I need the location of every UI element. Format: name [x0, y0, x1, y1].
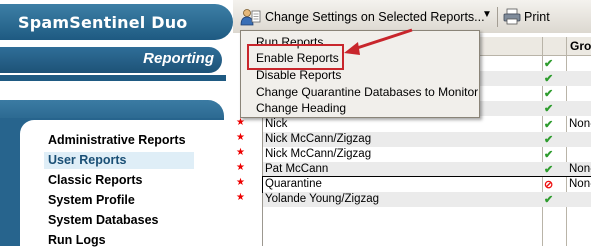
check-icon: ✔	[544, 103, 554, 115]
star-icon: ★	[236, 192, 245, 203]
row-group: Non-	[569, 163, 591, 175]
row-name: Nick	[265, 118, 288, 130]
row-name: Nick McCann/Zigzag	[265, 133, 372, 145]
check-icon: ✔	[544, 58, 554, 70]
menu-item-change-heading[interactable]: Change Heading	[256, 101, 346, 115]
star-icon: ★	[236, 132, 245, 143]
printer-icon	[503, 8, 521, 25]
nav-item-classic-reports[interactable]: Classic Reports	[48, 173, 142, 187]
check-icon: ✔	[544, 73, 554, 85]
brand-title: SpamSentinel Duo	[18, 13, 188, 32]
blocked-icon: ⊘	[544, 179, 554, 191]
table-row[interactable]: Pat McCann ✔ Non-	[263, 162, 591, 177]
star-icon: ★	[236, 177, 245, 188]
row-name: Yolande Young/Zigzag	[265, 193, 380, 205]
table-row[interactable]: Nick ✔ Non-	[263, 117, 591, 132]
change-settings-label: Change Settings on Selected Reports...	[265, 10, 485, 24]
row-name: Nick McCann/Zigzag	[265, 148, 372, 160]
menu-item-disable-reports[interactable]: Disable Reports	[256, 68, 341, 82]
star-icon: ★	[236, 117, 245, 128]
nav-item-system-databases[interactable]: System Databases	[48, 213, 158, 227]
check-icon: ✔	[544, 88, 554, 100]
check-icon: ✔	[544, 194, 554, 206]
section-divider	[0, 75, 226, 81]
row-group: Non-	[569, 178, 591, 190]
check-icon: ✔	[544, 149, 554, 161]
menu-item-change-quarantine-databases[interactable]: Change Quarantine Databases to Monitor	[256, 85, 478, 99]
column-header-group[interactable]: Gro	[570, 39, 591, 53]
nav-item-system-profile[interactable]: System Profile	[48, 193, 135, 207]
table-row[interactable]: Yolande Young/Zigzag ✔	[263, 192, 591, 207]
nav-item-administrative-reports[interactable]: Administrative Reports	[48, 133, 186, 147]
table-row-selected[interactable]: Quarantine ⊘ Non-	[262, 176, 591, 193]
print-label: Print	[524, 10, 550, 24]
chevron-down-icon: ▼	[482, 9, 492, 20]
annotation-highlight-box	[247, 44, 344, 70]
brand-bar: SpamSentinel Duo	[0, 4, 233, 40]
toolbar-separator	[497, 7, 498, 27]
section-title: Reporting	[143, 50, 214, 67]
star-icon: ★	[236, 162, 245, 173]
table-row[interactable]: Nick McCann/Zigzag ✔	[263, 147, 591, 162]
print-button[interactable]: Print	[502, 6, 562, 28]
row-group: Non-	[569, 118, 591, 130]
check-icon: ✔	[544, 164, 554, 176]
star-icon: ★	[236, 147, 245, 158]
user-settings-icon	[240, 9, 261, 26]
row-name: Quarantine	[265, 178, 322, 190]
check-icon: ✔	[544, 119, 554, 131]
check-icon: ✔	[544, 134, 554, 146]
annotation-arrow-icon	[344, 28, 413, 55]
table-row[interactable]: Nick McCann/Zigzag ✔	[263, 132, 591, 147]
row-name: Pat McCann	[265, 163, 329, 175]
nav-item-run-logs[interactable]: Run Logs	[48, 233, 106, 247]
nav-item-user-reports[interactable]: User Reports	[48, 153, 127, 167]
section-header: Reporting	[0, 47, 222, 73]
